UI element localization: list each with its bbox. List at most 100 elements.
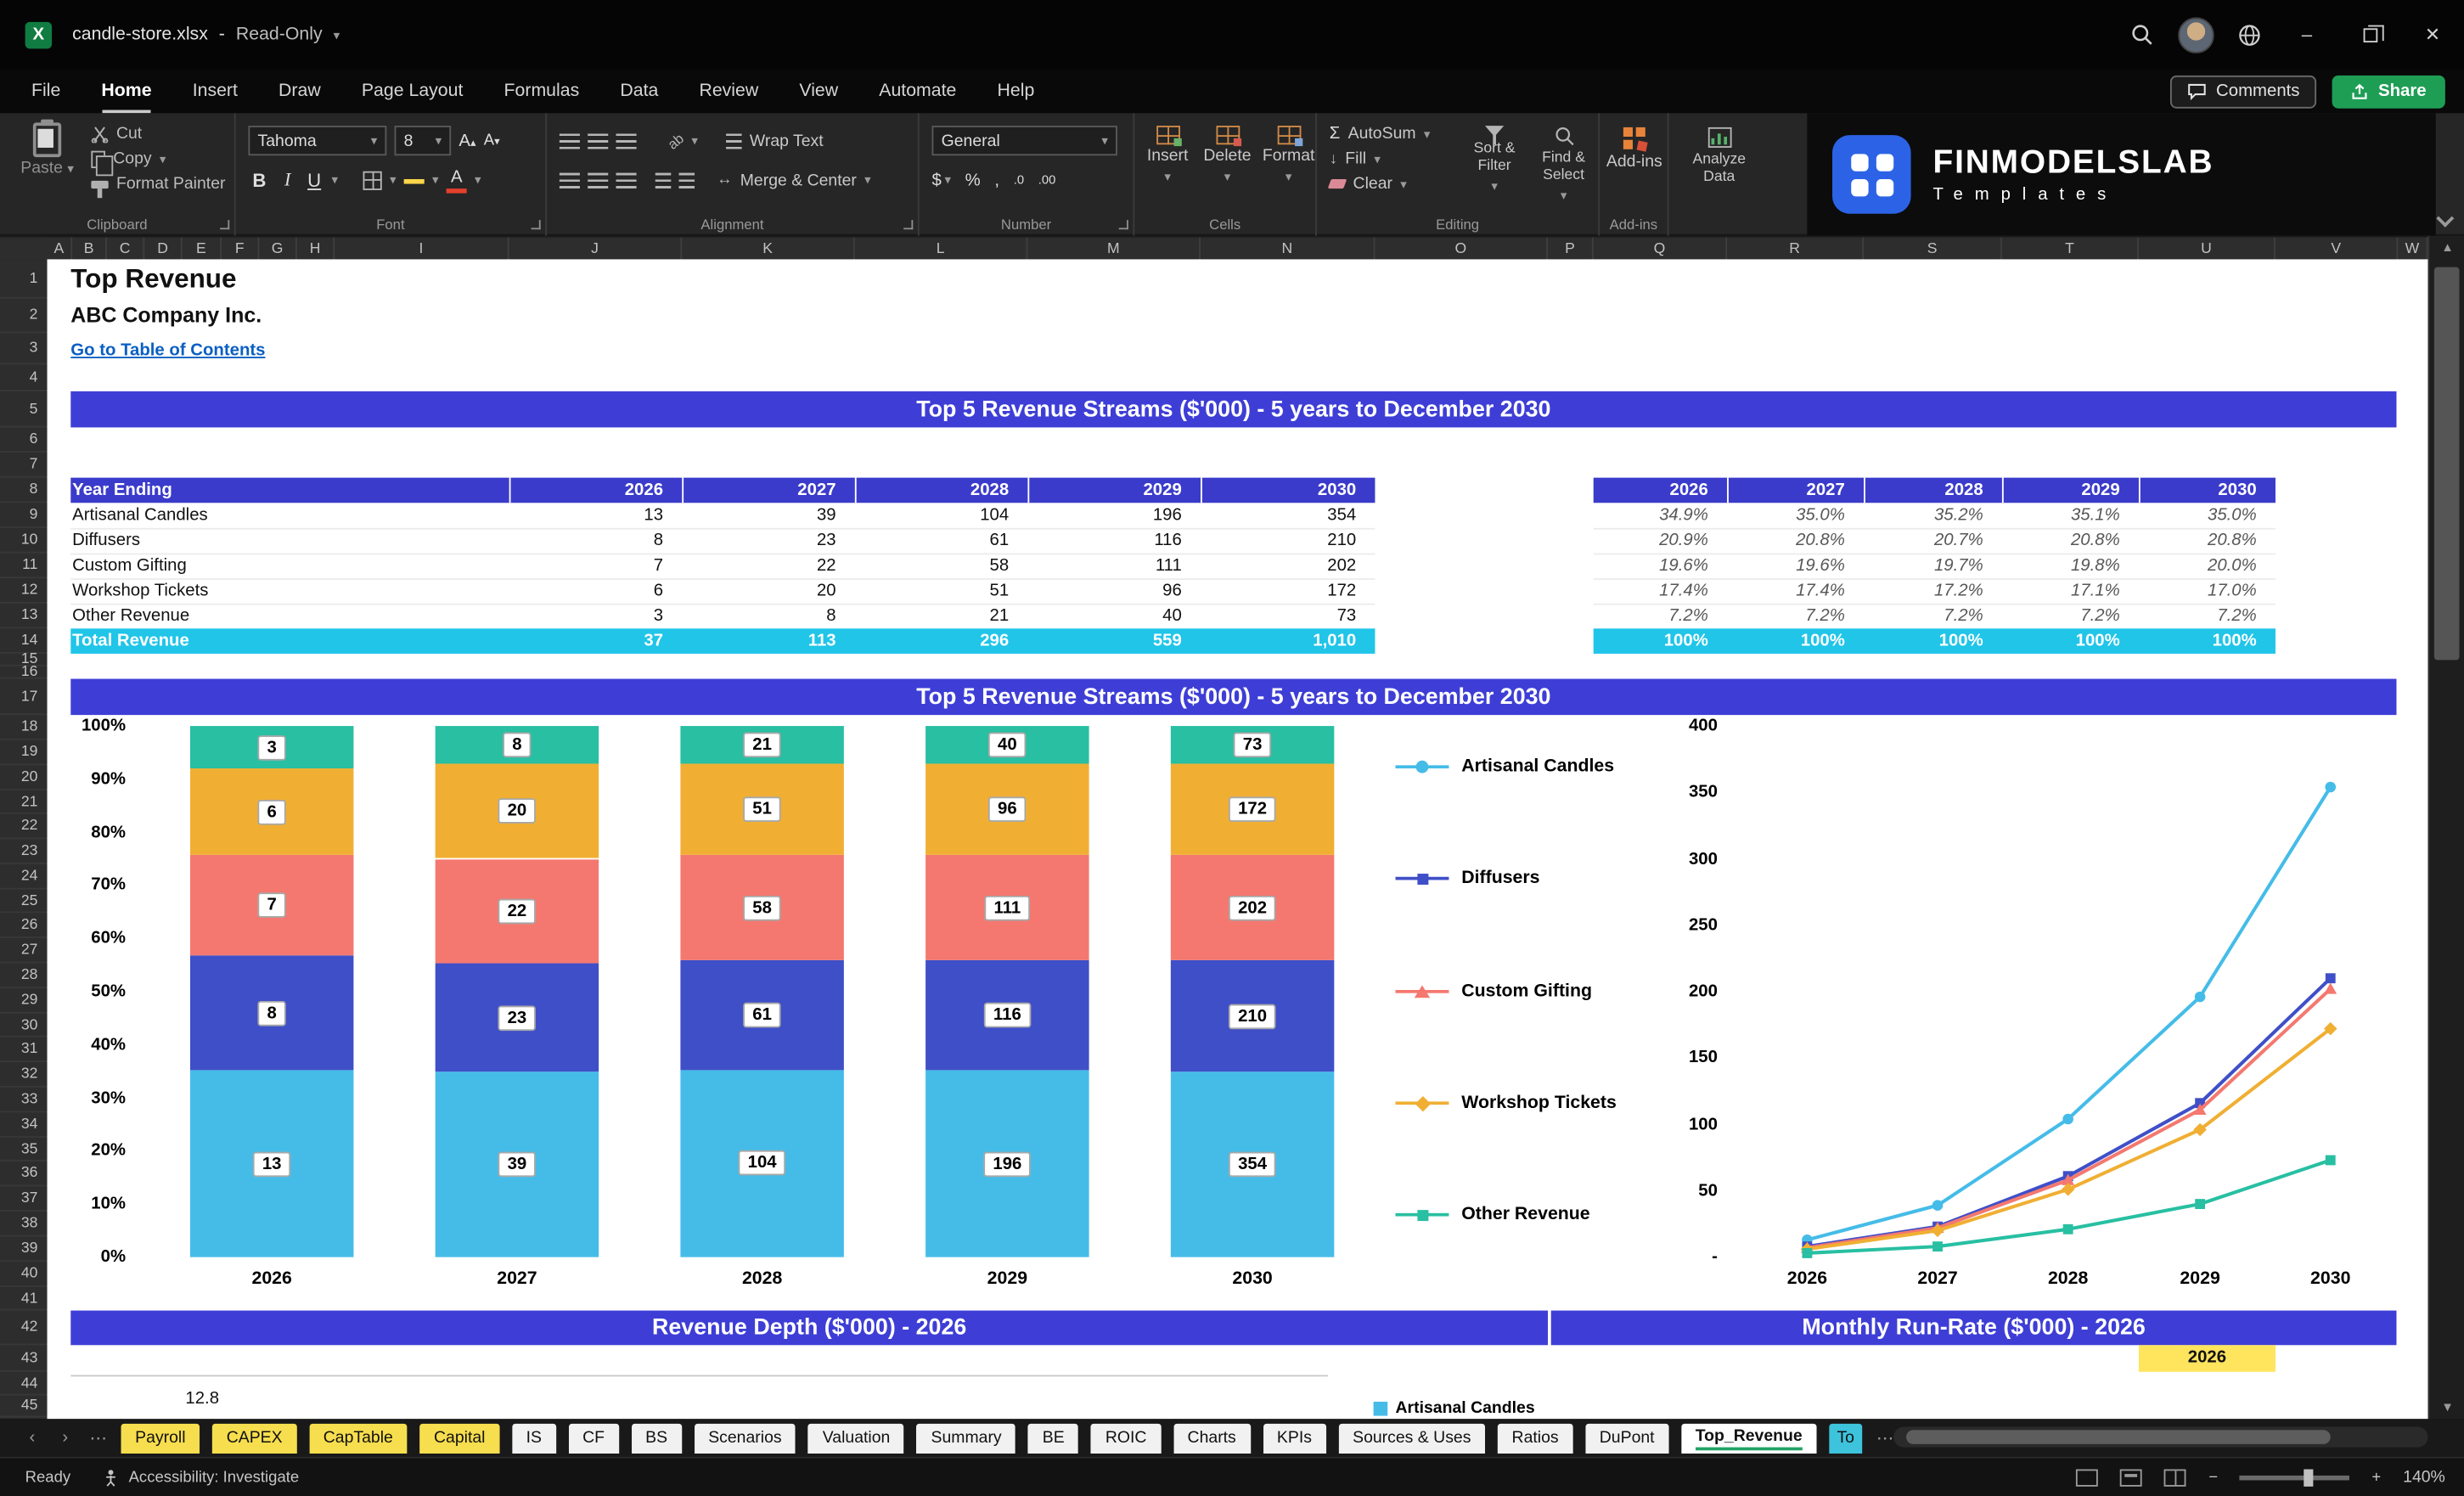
- column-header-C[interactable]: C: [107, 237, 145, 262]
- menu-tab-formulas[interactable]: Formulas: [504, 69, 580, 113]
- legend-item-diffusers[interactable]: Diffusers: [1395, 866, 1540, 891]
- column-header-P[interactable]: P: [1548, 237, 1594, 262]
- sheet-nav-more-icon[interactable]: ⋯: [88, 1427, 109, 1448]
- share-button[interactable]: Share: [2332, 74, 2445, 108]
- sheet-tab-scenarios[interactable]: Scenarios: [694, 1422, 796, 1454]
- sheet-tab-summary[interactable]: Summary: [916, 1422, 1016, 1454]
- wrap-text-button[interactable]: Wrap Text: [726, 132, 824, 150]
- row-header-7[interactable]: 7: [0, 453, 48, 478]
- sheet-tab-be[interactable]: BE: [1028, 1422, 1079, 1454]
- row-header-39[interactable]: 39: [0, 1237, 48, 1263]
- row-header-10[interactable]: 10: [0, 528, 48, 554]
- decrease-font-icon[interactable]: A▾: [484, 132, 500, 149]
- menu-tab-insert[interactable]: Insert: [193, 69, 238, 113]
- sheet-tab-sources-uses[interactable]: Sources & Uses: [1338, 1422, 1486, 1454]
- column-header-O[interactable]: O: [1375, 237, 1549, 262]
- sheet-tab-charts[interactable]: Charts: [1173, 1422, 1251, 1454]
- column-header-E[interactable]: E: [183, 237, 222, 262]
- menu-tab-review[interactable]: Review: [699, 69, 758, 113]
- sheet-tab-cf[interactable]: CF: [568, 1422, 619, 1454]
- column-header-T[interactable]: T: [2002, 237, 2139, 262]
- row-header-34[interactable]: 34: [0, 1112, 48, 1138]
- sheet-tab-valuation[interactable]: Valuation: [808, 1422, 905, 1454]
- row-header-32[interactable]: 32: [0, 1062, 48, 1088]
- menu-tab-data[interactable]: Data: [620, 69, 658, 113]
- column-header-L[interactable]: L: [855, 237, 1028, 262]
- font-size-select[interactable]: 8 ▾: [394, 126, 452, 156]
- vertical-scrollbar-thumb[interactable]: [2433, 267, 2460, 661]
- row-header-11[interactable]: 11: [0, 553, 48, 579]
- font-dialog-launcher[interactable]: [531, 220, 541, 230]
- toc-link[interactable]: Go to Table of Contents: [70, 341, 265, 360]
- row-header-6[interactable]: 6: [0, 427, 48, 453]
- column-header-W[interactable]: W: [2398, 237, 2428, 262]
- percent-format-icon[interactable]: %: [965, 171, 981, 189]
- align-middle-icon[interactable]: [588, 132, 609, 149]
- column-header-S[interactable]: S: [1864, 237, 2002, 262]
- row-header-28[interactable]: 28: [0, 964, 48, 989]
- autosum-button[interactable]: Σ AutoSum ▾: [1330, 124, 1431, 143]
- menu-tab-view[interactable]: View: [799, 69, 838, 113]
- sheet-tab-dupont[interactable]: DuPont: [1585, 1422, 1669, 1454]
- row-header-13[interactable]: 13: [0, 604, 48, 629]
- fill-color-icon[interactable]: [403, 177, 425, 183]
- row-header-31[interactable]: 31: [0, 1038, 48, 1063]
- row-header-3[interactable]: 3: [0, 333, 48, 365]
- row-header-30[interactable]: 30: [0, 1014, 48, 1038]
- row-header-1[interactable]: 1: [0, 259, 48, 299]
- sheet-tab-to[interactable]: To: [1829, 1422, 1863, 1454]
- font-color-icon[interactable]: A: [446, 167, 467, 193]
- row-header-43[interactable]: 43: [0, 1345, 48, 1372]
- sheet-tab-bs[interactable]: BS: [631, 1422, 682, 1454]
- increase-decimal-icon[interactable]: .0: [1014, 173, 1024, 188]
- legend-item-custom-gifting[interactable]: Custom Gifting: [1395, 979, 1592, 1004]
- sheet-tab-is[interactable]: IS: [511, 1422, 556, 1454]
- menu-tab-help[interactable]: Help: [998, 69, 1035, 113]
- sheet-tab-capex[interactable]: CAPEX: [212, 1422, 297, 1454]
- close-button[interactable]: ✕: [2401, 0, 2464, 69]
- comments-button[interactable]: Comments: [2170, 74, 2317, 108]
- column-header-M[interactable]: M: [1027, 237, 1201, 262]
- column-header-H[interactable]: H: [297, 237, 335, 262]
- align-left-icon[interactable]: [559, 172, 580, 188]
- menu-tab-draw[interactable]: Draw: [278, 69, 321, 113]
- column-header-V[interactable]: V: [2276, 237, 2399, 262]
- search-icon[interactable]: [2115, 0, 2169, 69]
- font-name-select[interactable]: Tahoma ▾: [248, 126, 387, 156]
- scroll-down-icon[interactable]: ▼: [2429, 1400, 2464, 1414]
- insert-cells-button[interactable]: Insert ▾: [1141, 126, 1195, 185]
- clipboard-dialog-launcher[interactable]: [220, 220, 230, 230]
- align-center-icon[interactable]: [588, 172, 609, 188]
- column-header-I[interactable]: I: [335, 237, 509, 262]
- menu-tab-file[interactable]: File: [31, 69, 60, 113]
- sheet-tab-capital[interactable]: Capital: [419, 1422, 500, 1454]
- zoom-slider[interactable]: [2239, 1468, 2350, 1486]
- row-header-5[interactable]: 5: [0, 391, 48, 428]
- align-bottom-icon[interactable]: [616, 132, 637, 149]
- avatar[interactable]: [2169, 0, 2222, 69]
- row-header-22[interactable]: 22: [0, 814, 48, 840]
- legend-item-artisanal-candles[interactable]: Artisanal Candles: [1395, 754, 1614, 779]
- italic-button[interactable]: I: [278, 168, 297, 192]
- fill-button[interactable]: ↓ Fill ▾: [1330, 149, 1431, 168]
- row-header-24[interactable]: 24: [0, 864, 48, 890]
- increase-font-icon[interactable]: A▴: [458, 132, 475, 150]
- sheet-tab-top-revenue[interactable]: Top_Revenue: [1681, 1422, 1817, 1454]
- accessibility-status[interactable]: Accessibility: Investigate: [102, 1469, 299, 1486]
- row-header-21[interactable]: 21: [0, 790, 48, 814]
- row-header-33[interactable]: 33: [0, 1088, 48, 1113]
- delete-cells-button[interactable]: Delete ▾: [1201, 126, 1254, 185]
- column-header-K[interactable]: K: [682, 237, 855, 262]
- sheet-tab-ratios[interactable]: Ratios: [1497, 1422, 1573, 1454]
- minimize-button[interactable]: –: [2276, 0, 2338, 69]
- alignment-dialog-launcher[interactable]: [903, 220, 914, 230]
- zoom-level[interactable]: 140%: [2403, 1468, 2445, 1487]
- borders-icon[interactable]: [363, 170, 382, 190]
- row-header-37[interactable]: 37: [0, 1186, 48, 1212]
- legend-item-workshop-tickets[interactable]: Workshop Tickets: [1395, 1090, 1617, 1116]
- comma-format-icon[interactable]: ,: [994, 171, 999, 189]
- row-header-19[interactable]: 19: [0, 740, 48, 766]
- column-header-B[interactable]: B: [72, 237, 107, 262]
- currency-format-icon[interactable]: $: [932, 171, 942, 189]
- number-format-select[interactable]: General ▾: [931, 126, 1117, 156]
